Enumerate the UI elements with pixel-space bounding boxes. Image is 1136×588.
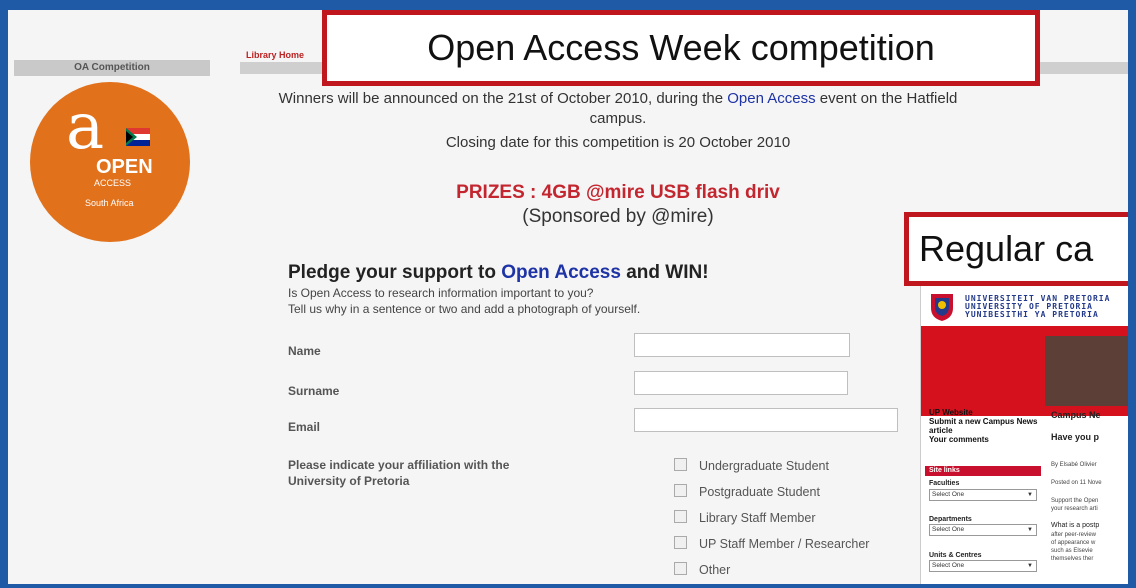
checkbox[interactable] [674, 458, 687, 471]
library-home-link[interactable]: Library Home [246, 50, 304, 60]
email-label: Email [288, 420, 321, 434]
article-text: your research arti [1051, 506, 1098, 512]
name-label: Name [288, 344, 321, 358]
units-select[interactable]: Select One ▼ [929, 560, 1037, 572]
chevron-down-icon: ▼ [1027, 563, 1033, 569]
departments-label: Departments [929, 516, 972, 523]
site-links-header: Site links [925, 466, 1041, 476]
submit-news-link-line-2[interactable]: article [929, 426, 953, 435]
logo-open-text: OPEN [96, 156, 153, 178]
your-comments-link[interactable]: Your comments [929, 435, 989, 444]
pledge-heading: Pledge your support to Open Access and W… [288, 262, 709, 283]
faculties-select[interactable]: Select One ▼ [929, 489, 1037, 501]
units-label: Units & Centres [929, 552, 982, 559]
regular-campus-callout: Regular ca [904, 212, 1128, 286]
up-website-link[interactable]: UP Website [929, 408, 973, 417]
surname-label: Surname [288, 384, 340, 398]
article-text: of appearance w [1051, 540, 1096, 546]
south-africa-flag-icon [126, 128, 150, 146]
surname-input[interactable] [634, 371, 848, 395]
article-title: Have you p [1051, 432, 1100, 442]
affiliation-option[interactable]: UP Staff Member / Researcher [674, 536, 869, 551]
article-text: themselves ther [1051, 556, 1094, 562]
oa-competition-header: OA Competition [14, 60, 210, 76]
article-date: Posted on 11 Nove [1051, 480, 1102, 486]
email-input[interactable] [634, 408, 898, 432]
article-text: such as Elsevie [1051, 548, 1093, 554]
checkbox[interactable] [674, 536, 687, 549]
campus-news-screenshot: UNIVERSITEIT VAN PRETORIA UNIVERSITY OF … [920, 286, 1128, 584]
university-name: YUNIBESITHI YA PRETORIA [965, 310, 1099, 319]
campus-news-title: Campus Ne [1051, 410, 1101, 420]
logo-region-text: South Africa [85, 198, 134, 208]
checkbox[interactable] [674, 562, 687, 575]
oa-week-callout: Open Access Week competition [322, 10, 1040, 86]
open-access-link[interactable]: Open Access [501, 262, 621, 283]
affiliation-option[interactable]: Library Staff Member [674, 510, 815, 525]
affiliation-option[interactable]: Other [674, 562, 730, 577]
affiliation-option[interactable]: Postgraduate Student [674, 484, 820, 499]
announcement-line-1: Winners will be announced on the 21st of… [278, 90, 958, 107]
slide-canvas: OA Competition a OPEN ACCESS South Afric… [0, 0, 1136, 588]
prizes-title: PRIZES : 4GB @mire USB flash driv [456, 182, 780, 203]
article-author: By Elsabé Olivier [1051, 462, 1097, 468]
red-banner [921, 326, 1128, 416]
open-access-event-link[interactable]: Open Access [727, 90, 815, 107]
article-text: after peer-review [1051, 532, 1097, 538]
banner-photo [1045, 336, 1128, 406]
affiliation-label: Please indicate your affiliation with th… [288, 458, 510, 472]
article-subheading: What is a postp [1051, 522, 1100, 529]
sponsor-text: (Sponsored by @mire) [522, 206, 714, 227]
chevron-down-icon: ▼ [1027, 527, 1033, 533]
faculties-label: Faculties [929, 480, 960, 487]
chevron-down-icon: ▼ [1027, 492, 1033, 498]
submit-news-link[interactable]: Submit a new Campus News [929, 417, 1037, 426]
departments-select[interactable]: Select One ▼ [929, 524, 1037, 536]
closing-date-text: Closing date for this competition is 20 … [445, 134, 791, 151]
checkbox[interactable] [674, 510, 687, 523]
up-crest-icon [931, 294, 953, 321]
checkbox[interactable] [674, 484, 687, 497]
announcement-line-2: campus. [589, 110, 647, 127]
open-access-logo: a OPEN ACCESS South Africa [30, 82, 190, 242]
pledge-instruction: Tell us why in a sentence or two and add… [288, 302, 641, 316]
pledge-question: Is Open Access to research information i… [288, 286, 594, 300]
affiliation-option[interactable]: Undergraduate Student [674, 458, 829, 473]
slide-content: OA Competition a OPEN ACCESS South Afric… [8, 10, 1128, 584]
affiliation-label-line-2: University of Pretoria [288, 474, 410, 488]
open-access-a-icon: a [66, 90, 105, 164]
name-input[interactable] [634, 333, 850, 357]
article-text: Support the Open [1051, 498, 1099, 504]
logo-access-text: ACCESS [94, 178, 132, 188]
